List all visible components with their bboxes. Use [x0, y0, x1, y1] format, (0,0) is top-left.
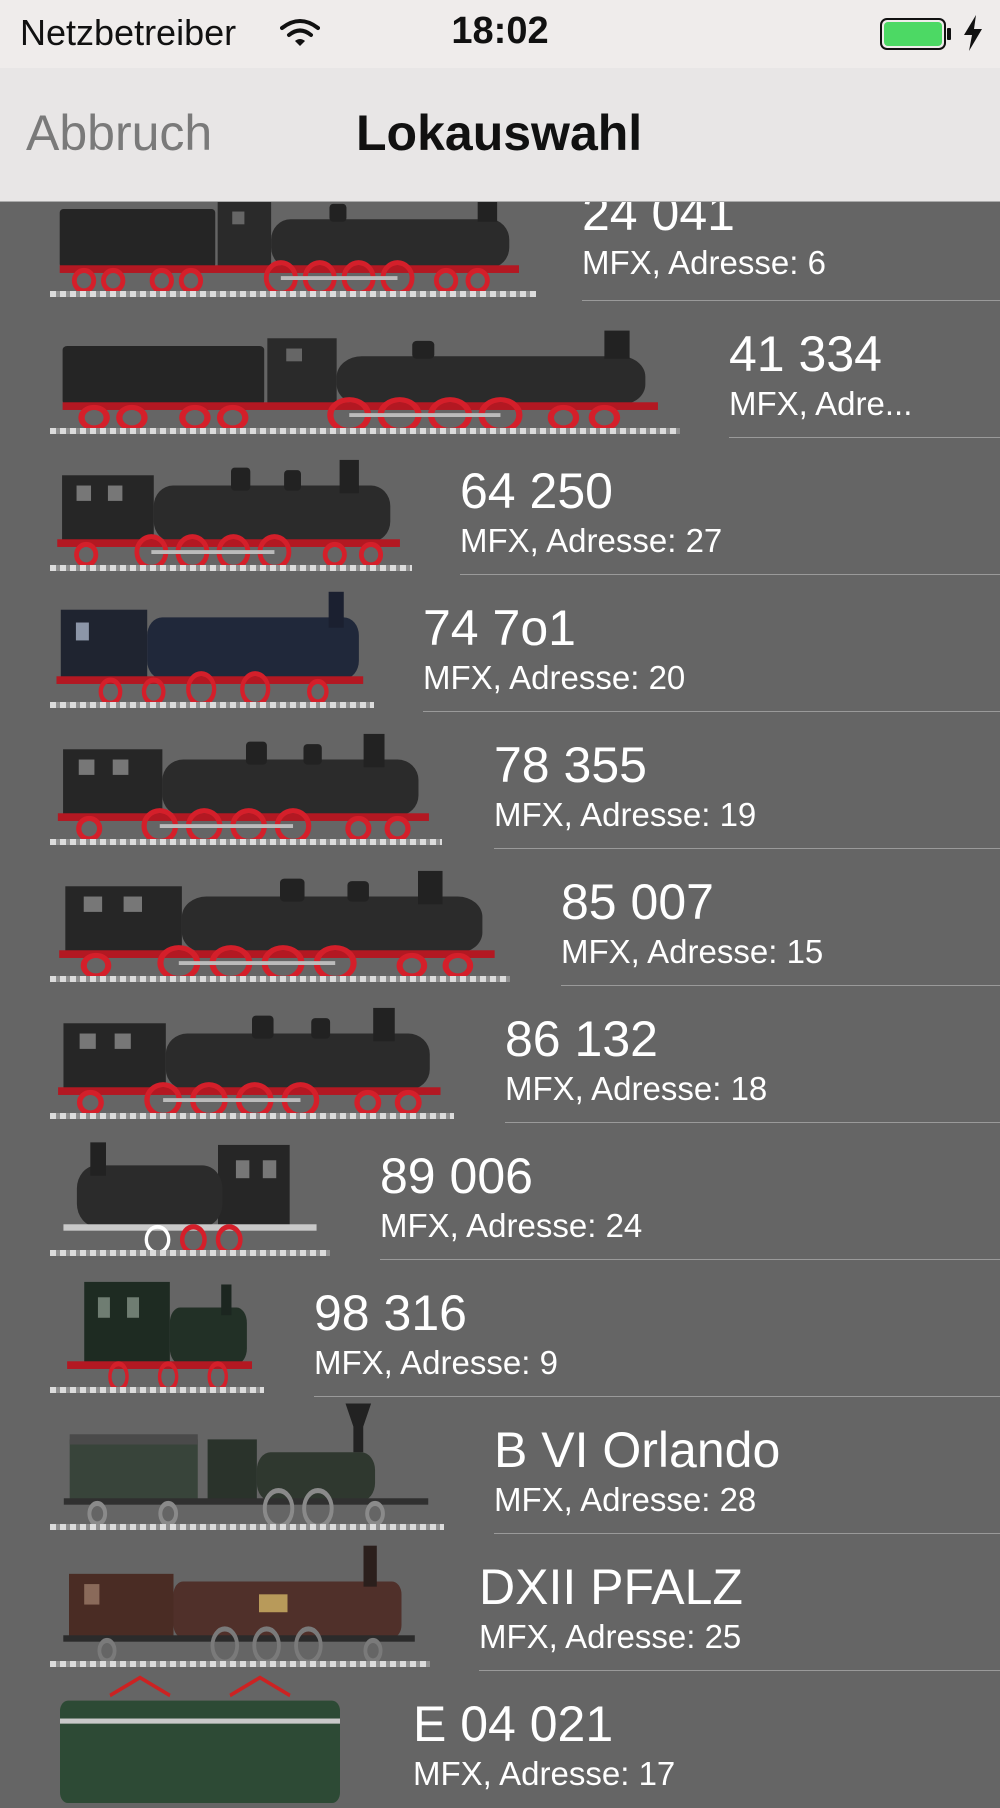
loco-row[interactable]: 89 006 MFX, Adresse: 24: [0, 1123, 1000, 1260]
loco-row[interactable]: 64 250 MFX, Adresse: 27: [0, 438, 1000, 575]
locomotive-thumbnail: [50, 442, 412, 570]
loco-address: MFX, Adresse: 18: [505, 1070, 768, 1107]
loco-address: MFX, Adresse: 28: [494, 1481, 757, 1518]
track: [50, 1250, 330, 1256]
loco-address: MFX, Adresse: 17: [413, 1755, 676, 1792]
track: [50, 702, 374, 708]
loco-row[interactable]: DXII PFALZ MFX, Adresse: 25: [0, 1534, 1000, 1671]
charging-bolt-icon: [964, 15, 982, 51]
loco-row[interactable]: 85 007 MFX, Adresse: 15: [0, 849, 1000, 986]
track: [50, 428, 680, 434]
loco-name: 85 007: [561, 874, 714, 930]
status-bar: Netzbetreiber 18:02: [0, 0, 1000, 68]
locomotive-list[interactable]: 24 041 MFX, Adresse: 6 41 334 MFX, Adre.…: [0, 0, 1000, 1778]
page-title: Lokauswahl: [356, 105, 643, 161]
loco-row[interactable]: 86 132 MFX, Adresse: 18: [0, 986, 1000, 1123]
locomotive-thumbnail: [50, 716, 442, 844]
loco-name: DXII PFALZ: [479, 1559, 743, 1615]
track: [50, 1524, 444, 1530]
track: [50, 1113, 454, 1119]
loco-address: MFX, Adresse: 24: [380, 1207, 643, 1244]
loco-row[interactable]: 98 316 MFX, Adresse: 9: [0, 1260, 1000, 1397]
locomotive-thumbnail: [50, 853, 510, 981]
loco-name: 86 132: [505, 1011, 658, 1067]
loco-name: 78 355: [494, 737, 647, 793]
loco-address: MFX, Adresse: 20: [423, 659, 686, 696]
track: [50, 565, 412, 571]
locomotive-thumbnail: [50, 305, 680, 433]
loco-name: 74 7o1: [423, 600, 576, 656]
locomotive-thumbnail: [50, 1675, 350, 1803]
loco-row[interactable]: 41 334 MFX, Adre...: [0, 301, 1000, 438]
cancel-button[interactable]: Abbruch: [26, 104, 212, 162]
loco-name: 41 334: [729, 326, 882, 382]
locomotive-thumbnail: [50, 1538, 430, 1666]
locomotive-thumbnail: [50, 1401, 444, 1529]
track: [50, 1387, 264, 1393]
loco-address: MFX, Adresse: 15: [561, 933, 824, 970]
locomotive-thumbnail: [50, 579, 374, 707]
loco-row[interactable]: E 04 021 MFX, Adresse: 17: [0, 1671, 1000, 1808]
locomotive-thumbnail: [50, 1127, 330, 1255]
loco-address: MFX, Adresse: 19: [494, 796, 757, 833]
navigation-bar: Abbruch Lokauswahl: [0, 68, 1000, 202]
loco-name: 98 316: [314, 1285, 467, 1341]
loco-address: MFX, Adresse: 9: [314, 1344, 558, 1381]
track: [50, 839, 442, 845]
track: [50, 1661, 430, 1667]
track: [50, 976, 510, 982]
clock: 18:02: [451, 10, 549, 52]
loco-address: MFX, Adresse: 27: [460, 522, 723, 559]
locomotive-thumbnail: [50, 1264, 264, 1392]
loco-name: E 04 021: [413, 1696, 614, 1752]
loco-row[interactable]: 74 7o1 MFX, Adresse: 20: [0, 575, 1000, 712]
loco-name: B VI Orlando: [494, 1422, 781, 1478]
loco-name: 89 006: [380, 1148, 533, 1204]
loco-address: MFX, Adre...: [729, 385, 913, 422]
loco-address: MFX, Adresse: 6: [582, 244, 826, 281]
loco-address: MFX, Adresse: 25: [479, 1618, 742, 1655]
loco-row[interactable]: 78 355 MFX, Adresse: 19: [0, 712, 1000, 849]
loco-row[interactable]: B VI Orlando MFX, Adresse: 28: [0, 1397, 1000, 1534]
battery-icon: [880, 18, 951, 50]
locomotive-thumbnail: [50, 990, 454, 1118]
loco-name: 64 250: [460, 463, 613, 519]
track: [50, 291, 536, 297]
